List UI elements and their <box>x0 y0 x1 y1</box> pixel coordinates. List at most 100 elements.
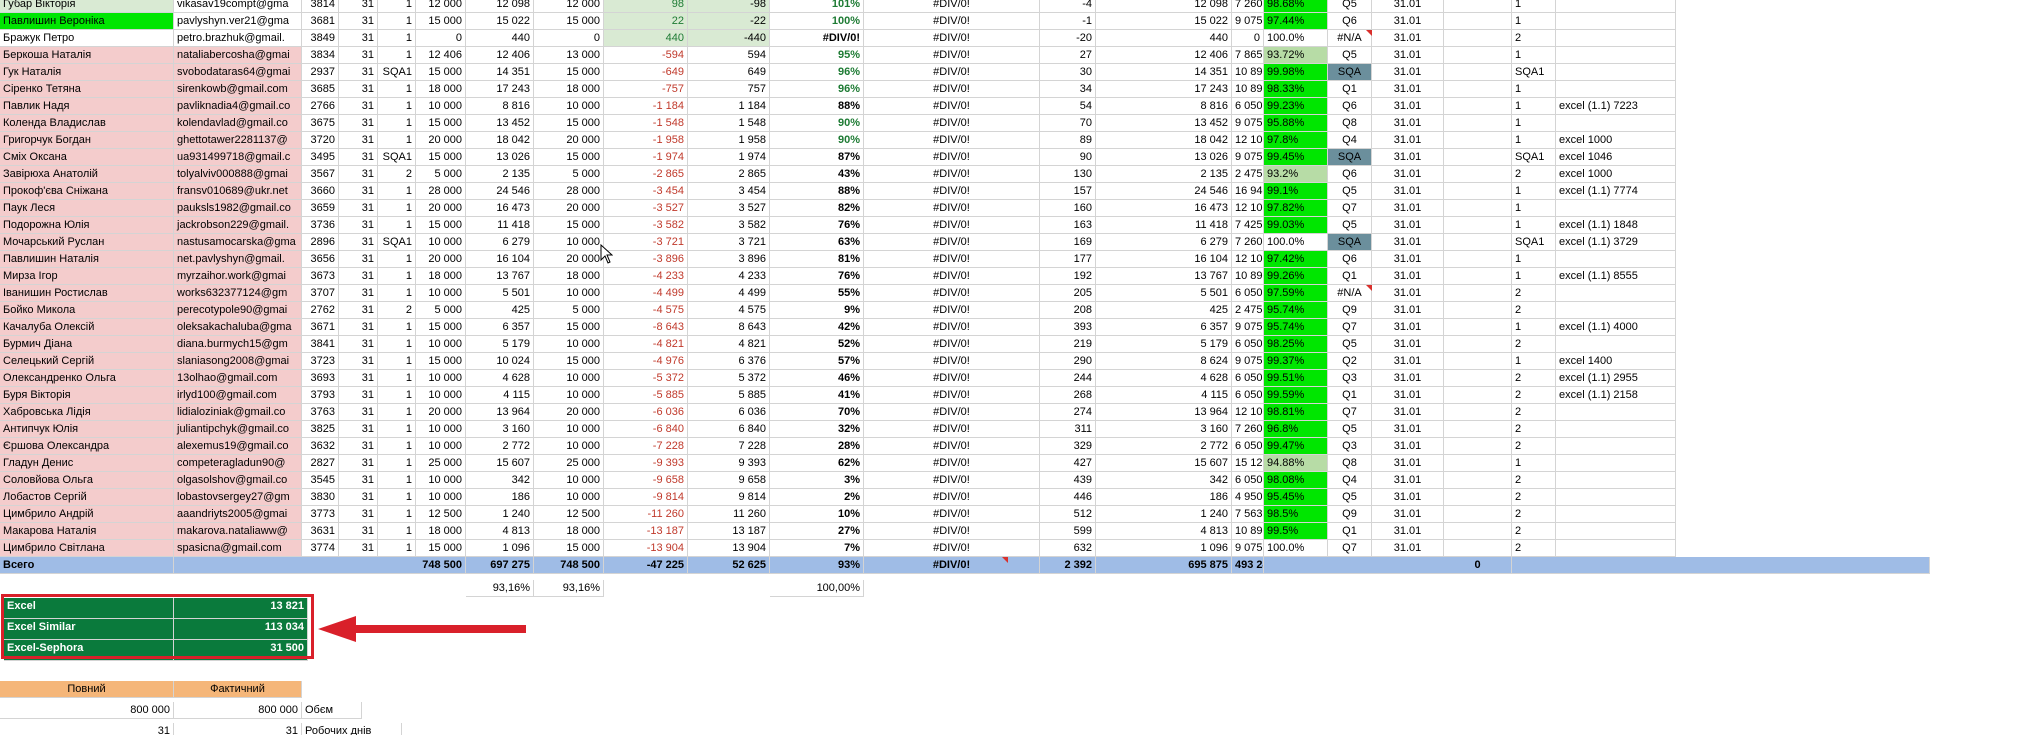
cell-days[interactable]: 31 <box>339 251 378 268</box>
cell-level[interactable]: 2 <box>1512 438 1556 455</box>
cell-plan[interactable]: 28 000 <box>416 183 466 200</box>
cell-plan2[interactable]: 15 000 <box>534 149 604 166</box>
cell-abs[interactable]: 13 187 <box>688 523 770 540</box>
cell-name[interactable]: Соловйова Ольга <box>0 472 174 489</box>
cell-score[interactable]: 95.74% <box>1264 302 1328 319</box>
cell-blank[interactable] <box>1444 268 1512 285</box>
cell-group[interactable]: SQA <box>1328 149 1372 166</box>
cell-pct[interactable]: 90% <box>770 115 864 132</box>
cell-score[interactable]: 97.82% <box>1264 200 1328 217</box>
cell-diff[interactable]: -4 575 <box>604 302 688 319</box>
cell-blank[interactable] <box>1444 319 1512 336</box>
cell-email[interactable]: vikasav19compt@gma <box>174 0 302 13</box>
cell-name[interactable]: Лобастов Сергій <box>0 489 174 506</box>
cell-rank[interactable]: 208 <box>1040 302 1096 319</box>
cell-score[interactable]: 99.23% <box>1264 98 1328 115</box>
cell-rank[interactable]: 89 <box>1040 132 1096 149</box>
cell-group[interactable]: Q5 <box>1328 47 1372 64</box>
cell-group[interactable]: Q7 <box>1328 404 1372 421</box>
cell-date[interactable]: 31.01 <box>1372 132 1444 149</box>
cell-name[interactable]: Завірюха Анатолій <box>0 166 174 183</box>
cell-grade[interactable]: 1 <box>378 200 416 217</box>
cell-abs[interactable]: 6 376 <box>688 353 770 370</box>
cell-diff[interactable]: -5 372 <box>604 370 688 387</box>
volume-label[interactable]: Обєм <box>302 702 362 719</box>
cell-group[interactable]: Q3 <box>1328 438 1372 455</box>
cell-pay[interactable]: 4 950 <box>1232 489 1264 506</box>
cell-pct[interactable]: 28% <box>770 438 864 455</box>
cell-pay[interactable]: 9 075 <box>1232 540 1264 557</box>
cell-days[interactable]: 31 <box>339 370 378 387</box>
cell-plan[interactable]: 10 000 <box>416 421 466 438</box>
cell-grade[interactable]: SQA1 <box>378 64 416 81</box>
cell-pct[interactable]: 70% <box>770 404 864 421</box>
cell-err[interactable]: #DIV/0! <box>864 455 1040 472</box>
cell-fact[interactable]: 1 240 <box>466 506 534 523</box>
cell-level[interactable]: 1 <box>1512 353 1556 370</box>
cell-rank[interactable]: 34 <box>1040 81 1096 98</box>
cell-pay[interactable]: 2 475 <box>1232 302 1264 319</box>
cell-fact[interactable]: 12 098 <box>466 0 534 13</box>
cell-grade[interactable]: 1 <box>378 268 416 285</box>
cell-name[interactable]: Мочарський Руслан <box>0 234 174 251</box>
cell-blank[interactable] <box>1444 336 1512 353</box>
cell-date[interactable]: 31.01 <box>1372 234 1444 251</box>
total-pct[interactable]: 93% <box>770 557 864 574</box>
cell-fact[interactable]: 4 628 <box>466 370 534 387</box>
cell-days[interactable]: 31 <box>339 217 378 234</box>
cell-fact2[interactable]: 2 772 <box>1096 438 1232 455</box>
cell-blank[interactable] <box>1444 540 1512 557</box>
cell-rank[interactable]: 311 <box>1040 421 1096 438</box>
cell-email[interactable]: nataliabercosha@gmai <box>174 47 302 64</box>
cell-id[interactable]: 3685 <box>302 81 339 98</box>
cell-err[interactable]: #DIV/0! <box>864 370 1040 387</box>
cell-plan[interactable]: 15 000 <box>416 64 466 81</box>
cell-fact2[interactable]: 24 546 <box>1096 183 1232 200</box>
cell-plan2[interactable]: 15 000 <box>534 353 604 370</box>
cell-pct[interactable]: 43% <box>770 166 864 183</box>
cell-plan2[interactable]: 0 <box>534 30 604 47</box>
cell-fact2[interactable]: 3 160 <box>1096 421 1232 438</box>
cell-abs[interactable]: 1 184 <box>688 98 770 115</box>
cell-err[interactable]: #DIV/0! <box>864 404 1040 421</box>
cell-note[interactable] <box>1556 302 1676 319</box>
cell-blank[interactable] <box>1444 353 1512 370</box>
cell-rank[interactable]: 90 <box>1040 149 1096 166</box>
total-abs[interactable]: 52 625 <box>688 557 770 574</box>
total-plan2[interactable]: 748 500 <box>534 557 604 574</box>
cell-plan[interactable]: 12 000 <box>416 0 466 13</box>
cell-pay[interactable]: 9 075 <box>1232 115 1264 132</box>
cell-date[interactable]: 31.01 <box>1372 302 1444 319</box>
cell-diff[interactable]: -3 896 <box>604 251 688 268</box>
cell-plan2[interactable]: 10 000 <box>534 489 604 506</box>
cell-plan[interactable]: 15 000 <box>416 115 466 132</box>
cell-fact[interactable]: 24 546 <box>466 183 534 200</box>
cell-plan2[interactable]: 10 000 <box>534 98 604 115</box>
percent-total[interactable]: 100,00% <box>770 580 864 597</box>
cell-plan[interactable]: 10 000 <box>416 370 466 387</box>
cell-pct[interactable]: 76% <box>770 268 864 285</box>
cell-err[interactable]: #DIV/0! <box>864 98 1040 115</box>
cell-plan2[interactable]: 25 000 <box>534 455 604 472</box>
cell-grade[interactable]: 1 <box>378 336 416 353</box>
cell-diff[interactable]: -5 885 <box>604 387 688 404</box>
cell-pay[interactable]: 9 075 <box>1232 353 1264 370</box>
cell-rank[interactable]: 599 <box>1040 523 1096 540</box>
cell-pct[interactable]: 96% <box>770 81 864 98</box>
cell-id[interactable]: 3632 <box>302 438 339 455</box>
cell-blank[interactable] <box>1444 0 1512 13</box>
cell-abs[interactable]: 3 527 <box>688 200 770 217</box>
cell-email[interactable]: jackrobson229@gmail. <box>174 217 302 234</box>
cell-grade[interactable]: 1 <box>378 115 416 132</box>
cell-plan2[interactable]: 13 000 <box>534 47 604 64</box>
cell-days[interactable]: 31 <box>339 489 378 506</box>
cell-grade[interactable]: 1 <box>378 13 416 30</box>
cell-grade[interactable]: 1 <box>378 506 416 523</box>
cell-abs[interactable]: 9 658 <box>688 472 770 489</box>
cell-pct[interactable]: 52% <box>770 336 864 353</box>
cell-email[interactable]: competeragladun90@ <box>174 455 302 472</box>
cell-err[interactable]: #DIV/0! <box>864 166 1040 183</box>
cell-plan2[interactable]: 12 000 <box>534 0 604 13</box>
cell-abs[interactable]: 3 582 <box>688 217 770 234</box>
cell-fact[interactable]: 18 042 <box>466 132 534 149</box>
